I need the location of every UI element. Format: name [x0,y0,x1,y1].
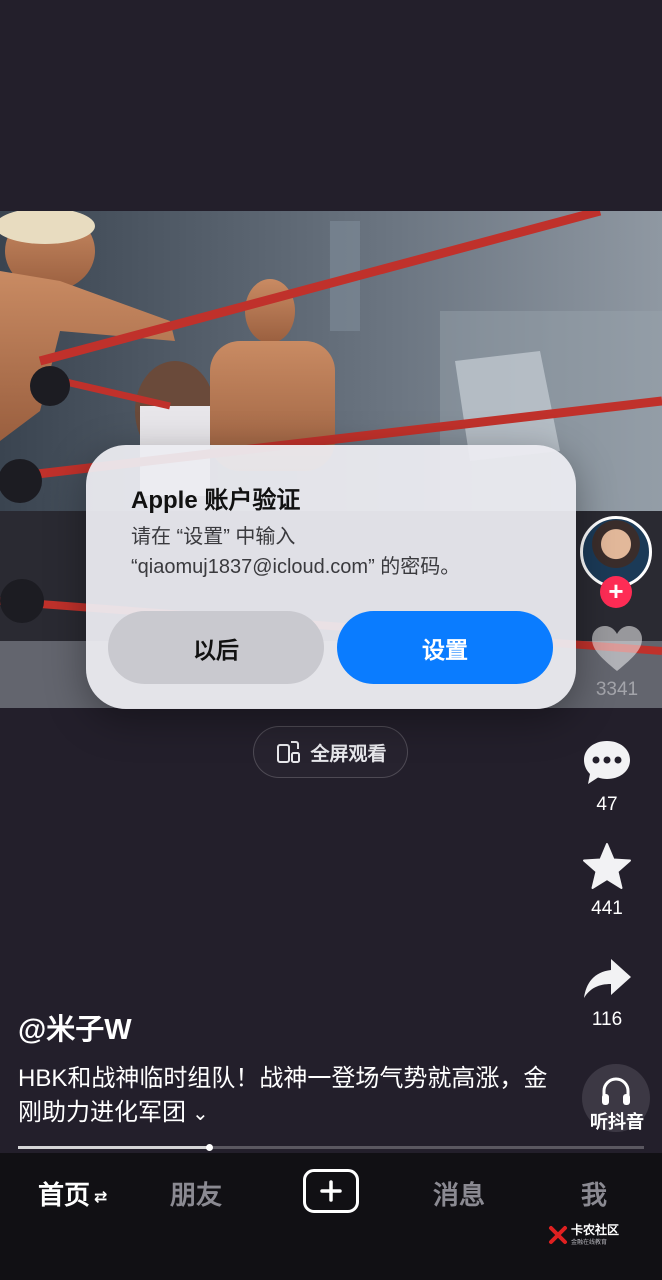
author-name[interactable]: @米子W [18,1006,132,1048]
share-button[interactable]: 116 [562,955,652,1031]
switch-arrows-icon: ⇄ [94,1189,108,1207]
plus-icon [320,1180,342,1202]
favorite-button[interactable]: 441 [562,842,652,920]
later-button[interactable]: 以后 [108,611,324,684]
chevron-down-icon[interactable]: ⌄ [192,1097,209,1131]
watermark-logo-icon [549,1226,567,1244]
follow-button[interactable]: + [600,576,632,608]
tab-friends[interactable]: 朋友 [170,1175,222,1212]
progress-fill [18,1146,209,1149]
bottom-tab-bar: 首页 ⇄ 朋友 消息 我 [0,1153,662,1280]
settings-button[interactable]: 设置 [337,611,553,684]
tab-me[interactable]: 我 [581,1175,607,1212]
share-arrow-icon [584,959,631,998]
create-post-button[interactable] [303,1169,359,1213]
watermark-title: 卡农社区 [571,1223,620,1237]
tab-home[interactable]: 首页 ⇄ [38,1175,107,1212]
tab-messages-label: 消息 [433,1180,486,1210]
tab-me-label: 我 [581,1180,608,1210]
tab-messages[interactable]: 消息 [433,1175,485,1212]
dialog-message: 请在 “设置” 中输入 “qiaomuj1837@icloud.com” 的密码… [131,522,551,582]
dialog-message-line-2: “qiaomuj1837@icloud.com” 的密码。 [131,556,461,578]
dialog-title: Apple 账户验证 [131,487,301,514]
watermark: 卡农社区 金融在线教育 [548,1224,619,1246]
tab-friends-label: 朋友 [170,1180,223,1210]
comment-count: 47 [596,794,618,815]
share-count: 116 [591,1009,623,1030]
dialog-message-line-1: 请在 “设置” 中输入 [131,526,296,548]
fullscreen-button[interactable]: 全屏观看 [253,726,408,778]
comment-button[interactable]: 47 [562,738,652,816]
comment-icon [584,741,630,784]
heart-icon [592,626,642,671]
fullscreen-label: 全屏观看 [310,743,387,765]
watermark-subtitle: 金融在线教育 [571,1240,608,1246]
favorite-count: 441 [591,898,623,919]
like-button[interactable]: 3341 [586,625,648,701]
video-progress-bar[interactable] [18,1144,644,1151]
caption[interactable]: HBK和战神临时组队！战神一登场气势就高涨，金刚助力进化军团 ⌄ [18,1062,558,1131]
like-count: 3341 [595,679,639,700]
caption-text: HBK和战神临时组队！战神一登场气势就高涨，金刚助力进化军团 [18,1065,548,1126]
progress-handle[interactable] [205,1144,213,1151]
star-icon [583,843,631,889]
headphones-icon [602,1077,630,1105]
author-avatar-group[interactable]: + [580,516,652,608]
apple-account-verification-dialog: Apple 账户验证 请在 “设置” 中输入 “qiaomuj1837@iclo… [86,445,576,709]
listen-label: 听抖音 [590,1112,644,1132]
rotate-screen-icon [277,741,301,763]
plus-icon: + [608,576,624,606]
tab-home-label: 首页 [38,1180,91,1210]
